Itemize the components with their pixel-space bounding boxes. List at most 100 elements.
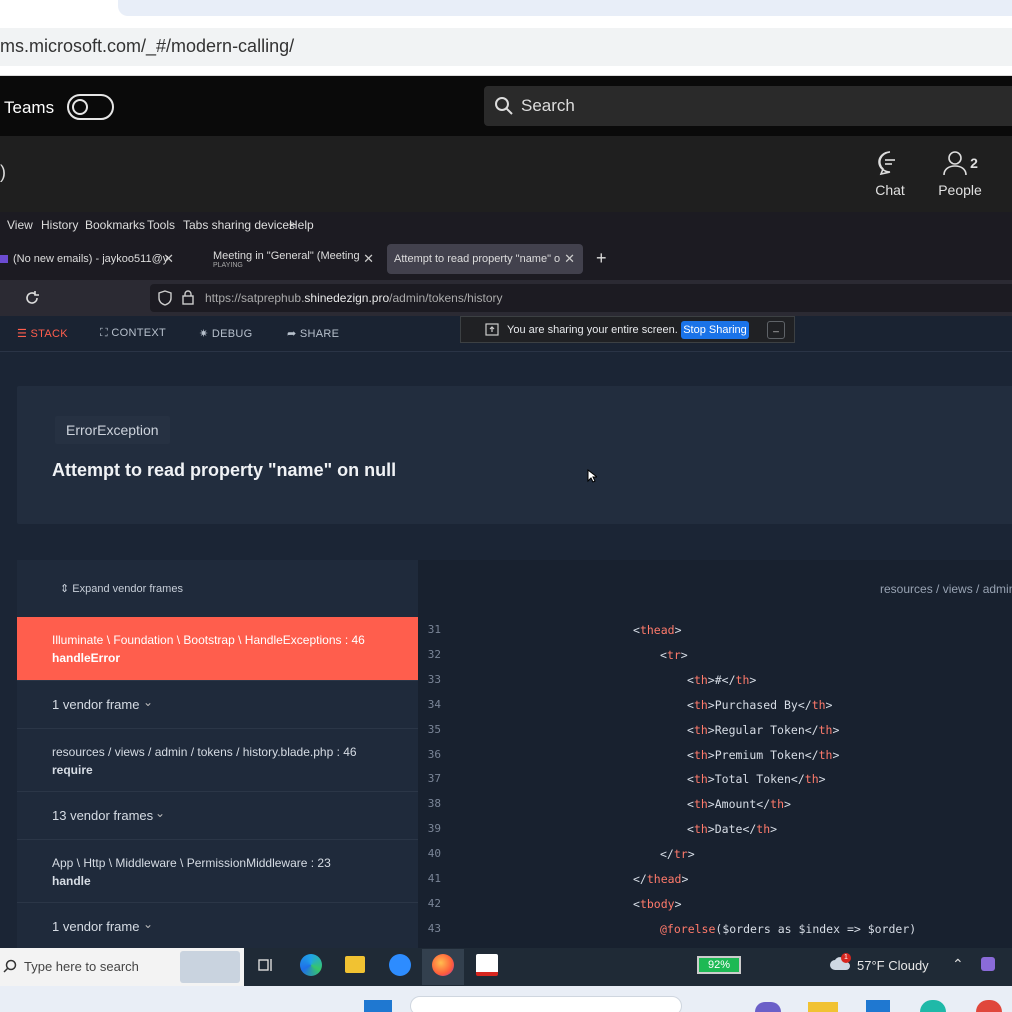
tab-title: Meeting in "General" (Meeting bbox=[213, 249, 360, 262]
tray-app-icon[interactable] bbox=[981, 957, 995, 971]
task-view-icon[interactable] bbox=[258, 957, 274, 973]
weather-widget[interactable]: 57°F Cloudy bbox=[857, 958, 929, 973]
menu-history[interactable]: History bbox=[41, 218, 78, 232]
line-number: 35 bbox=[427, 722, 441, 736]
outer-address-bar[interactable]: ms.microsoft.com/_#/modern-calling/ bbox=[0, 24, 1012, 76]
app-icon[interactable] bbox=[976, 1000, 1002, 1012]
zoom-icon[interactable] bbox=[389, 954, 411, 976]
people-button[interactable]: 2 People bbox=[934, 136, 986, 212]
shield-icon bbox=[158, 290, 172, 306]
new-tab-button[interactable]: + bbox=[596, 248, 607, 269]
exception-type: ErrorException bbox=[55, 416, 170, 444]
notification-badge: 1 bbox=[841, 953, 851, 963]
expand-vendor-frames-button[interactable]: ⇕ Expand vendor frames bbox=[60, 582, 183, 595]
minimize-banner-button[interactable]: _ bbox=[767, 321, 785, 339]
nav-context[interactable]: ⛶ CONTEXT bbox=[100, 327, 166, 340]
chevron-down-icon: ⌄ bbox=[155, 806, 166, 820]
close-icon[interactable]: ✕ bbox=[363, 251, 374, 267]
battery-indicator[interactable]: 92% bbox=[697, 956, 741, 974]
people-label: People bbox=[938, 182, 982, 198]
people-icon bbox=[942, 150, 968, 176]
tab-meeting[interactable]: Meeting in "General" (Meeting PLAYING ✕ bbox=[196, 244, 374, 274]
tab-email[interactable]: (No new emails) - jaykoo511@y ✕ bbox=[0, 244, 174, 274]
search-highlight-image bbox=[180, 951, 240, 983]
share-banner-text: You are sharing your entire screen. bbox=[507, 324, 678, 336]
reload-icon[interactable] bbox=[24, 290, 40, 306]
vendor-frame-toggle[interactable]: 1 vendor frame ⌄ bbox=[17, 680, 418, 728]
windows-start-icon[interactable] bbox=[364, 1000, 392, 1012]
stack-frame[interactable]: Illuminate \ Foundation \ Bootstrap \ Ha… bbox=[17, 617, 418, 680]
second-taskbar bbox=[0, 986, 1012, 1012]
line-number: 38 bbox=[427, 797, 441, 811]
firefox-menu-bar: View History Bookmarks Tools Tabs sharin… bbox=[0, 212, 1012, 238]
pdf-icon[interactable] bbox=[476, 954, 498, 976]
code-line: <th>#</th> bbox=[687, 672, 757, 687]
windows-search-pill[interactable] bbox=[410, 996, 682, 1012]
code-line: <th>Date</th> bbox=[687, 822, 778, 837]
tab-title: Attempt to read property "name" o bbox=[394, 253, 561, 265]
menu-view[interactable]: View bbox=[7, 218, 33, 232]
code-line: </thead> bbox=[633, 872, 689, 886]
chevron-up-icon[interactable]: ⌃ bbox=[952, 956, 964, 973]
code-line: <tr> bbox=[660, 647, 688, 662]
file-explorer-icon[interactable] bbox=[345, 956, 365, 973]
tab-playing-badge: PLAYING bbox=[213, 261, 243, 269]
line-number: 40 bbox=[427, 847, 441, 861]
vendor-frame-toggle[interactable]: 13 vendor frames ⌄ bbox=[17, 791, 418, 839]
exception-card bbox=[17, 386, 1012, 524]
mouse-cursor-icon bbox=[587, 469, 597, 483]
line-number: 39 bbox=[427, 822, 441, 836]
url-host: shinedezign.pro bbox=[304, 291, 390, 305]
code-line: <th>Purchased By</th> bbox=[687, 697, 833, 712]
app-icon[interactable] bbox=[866, 1000, 890, 1012]
nav-debug[interactable]: ✷ DEBUG bbox=[199, 327, 253, 340]
nav-stack[interactable]: ☰ STACK bbox=[17, 327, 68, 340]
tab-active-error[interactable]: Attempt to read property "name" o ✕ bbox=[387, 244, 583, 274]
vendor-frame-toggle[interactable]: 1 vendor frame ⌄ bbox=[17, 902, 418, 948]
code-line: <th>Premium Token</th> bbox=[687, 747, 840, 762]
close-icon[interactable]: ✕ bbox=[163, 251, 174, 267]
teams-toggle[interactable] bbox=[67, 94, 114, 120]
chat-button[interactable]: Chat bbox=[866, 136, 914, 212]
teams-search-input[interactable]: Search bbox=[484, 86, 1012, 126]
chat-label: Chat bbox=[875, 182, 905, 198]
chevron-down-icon: ⌄ bbox=[143, 917, 154, 931]
line-number: 43 bbox=[427, 921, 441, 935]
menu-tools[interactable]: Tools bbox=[147, 218, 175, 232]
code-line: @forelse($orders as $index => $order) bbox=[660, 921, 917, 936]
nav-share[interactable]: ➦ SHARE bbox=[287, 327, 339, 340]
line-number: 42 bbox=[427, 896, 441, 910]
firefox-url-bar[interactable]: https://satprephub.shinedezign.pro/admin… bbox=[150, 284, 1012, 312]
close-icon[interactable]: ✕ bbox=[564, 251, 575, 267]
app-icon[interactable] bbox=[920, 1000, 946, 1012]
screen-share-banner: You are sharing your entire screen. Stop… bbox=[460, 316, 795, 343]
chat-icon bbox=[876, 150, 904, 176]
code-line: <tbody> bbox=[633, 896, 682, 911]
meeting-bar: ) Chat 2 People bbox=[0, 136, 1012, 212]
tab-title: (No new emails) - jaykoo511@y bbox=[13, 253, 169, 265]
folder-icon[interactable] bbox=[808, 1002, 838, 1012]
line-number: 32 bbox=[427, 647, 441, 661]
outer-url-text: ms.microsoft.com/_#/modern-calling/ bbox=[0, 36, 295, 56]
line-number: 31 bbox=[427, 623, 441, 636]
code-line: </tr> bbox=[660, 847, 695, 862]
firefox-tab-strip: (No new emails) - jaykoo511@y ✕ Meeting … bbox=[0, 238, 1012, 280]
line-number: 36 bbox=[427, 747, 441, 761]
taskbar-search-input[interactable]: Type here to search bbox=[0, 948, 244, 986]
menu-bookmarks[interactable]: Bookmarks bbox=[85, 218, 145, 232]
edge-icon[interactable] bbox=[300, 954, 322, 976]
menu-tabs-sharing[interactable]: Tabs sharing devices bbox=[183, 218, 295, 232]
share-screen-icon bbox=[485, 323, 499, 336]
firefox-icon[interactable] bbox=[432, 954, 454, 976]
stack-frame[interactable]: resources / views / admin / tokens / his… bbox=[17, 728, 418, 791]
stop-sharing-button[interactable]: Stop Sharing bbox=[681, 321, 749, 339]
menu-help[interactable]: Help bbox=[289, 218, 314, 232]
code-line: <th>Amount</th> bbox=[687, 797, 791, 812]
line-number: 37 bbox=[427, 772, 441, 786]
line-number: 33 bbox=[427, 672, 441, 686]
app-icon[interactable] bbox=[755, 1002, 781, 1012]
stack-frame[interactable]: App \ Http \ Middleware \ PermissionMidd… bbox=[17, 839, 418, 902]
people-count: 2 bbox=[970, 155, 978, 171]
search-icon bbox=[3, 959, 17, 973]
code-line: <th>Total Token</th> bbox=[687, 772, 826, 787]
